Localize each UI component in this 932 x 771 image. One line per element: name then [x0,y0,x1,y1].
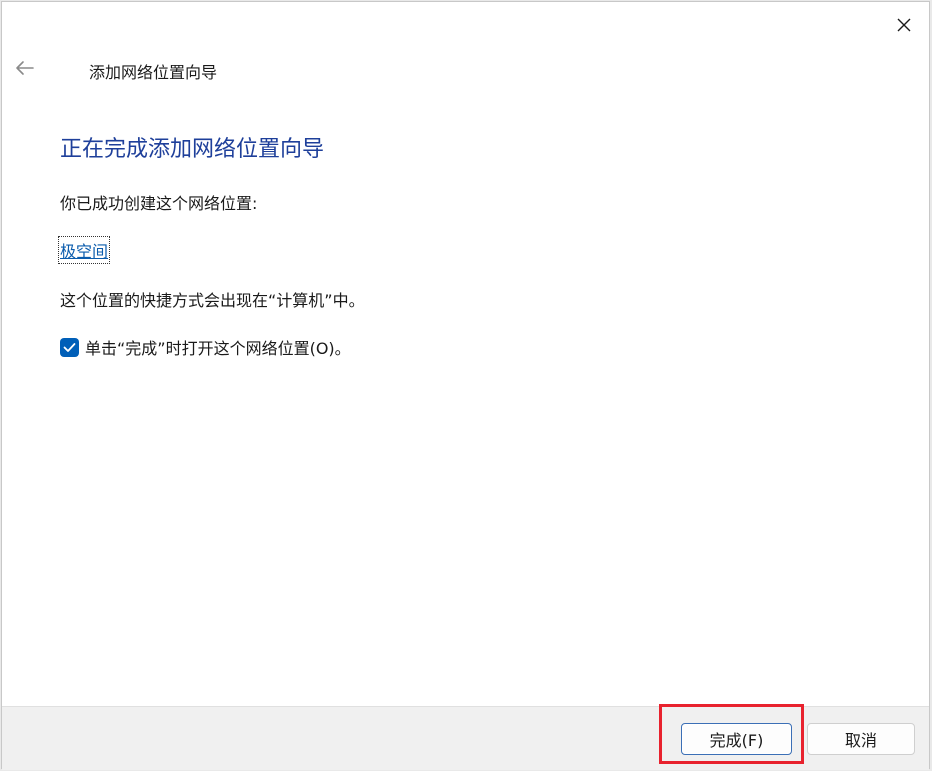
close-icon [897,18,911,32]
back-button[interactable] [10,54,38,82]
network-location-link[interactable]: 极空间 [57,236,111,264]
success-message: 你已成功创建这个网络位置: [60,194,258,213]
wizard-title: 添加网络位置向导 [89,63,218,82]
cancel-button[interactable]: 取消 [807,723,915,755]
page-heading: 正在完成添加网络位置向导 [60,137,325,162]
open-location-checkbox-label: 单击“完成”时打开这个网络位置(O)。 [85,339,351,358]
shortcut-message: 这个位置的快捷方式会出现在“计算机”中。 [60,291,365,310]
wizard-window: 添加网络位置向导 正在完成添加网络位置向导 你已成功创建这个网络位置: 极空间 … [1,1,930,770]
open-location-checkbox-row[interactable]: 单击“完成”时打开这个网络位置(O)。 [60,335,351,359]
finish-button[interactable]: 完成(F) [681,723,792,755]
back-arrow-icon [16,61,34,75]
open-location-checkbox[interactable] [60,337,79,357]
close-button[interactable] [889,10,919,40]
checkmark-icon [63,342,76,352]
wizard-footer: 完成(F) 取消 [2,706,929,770]
